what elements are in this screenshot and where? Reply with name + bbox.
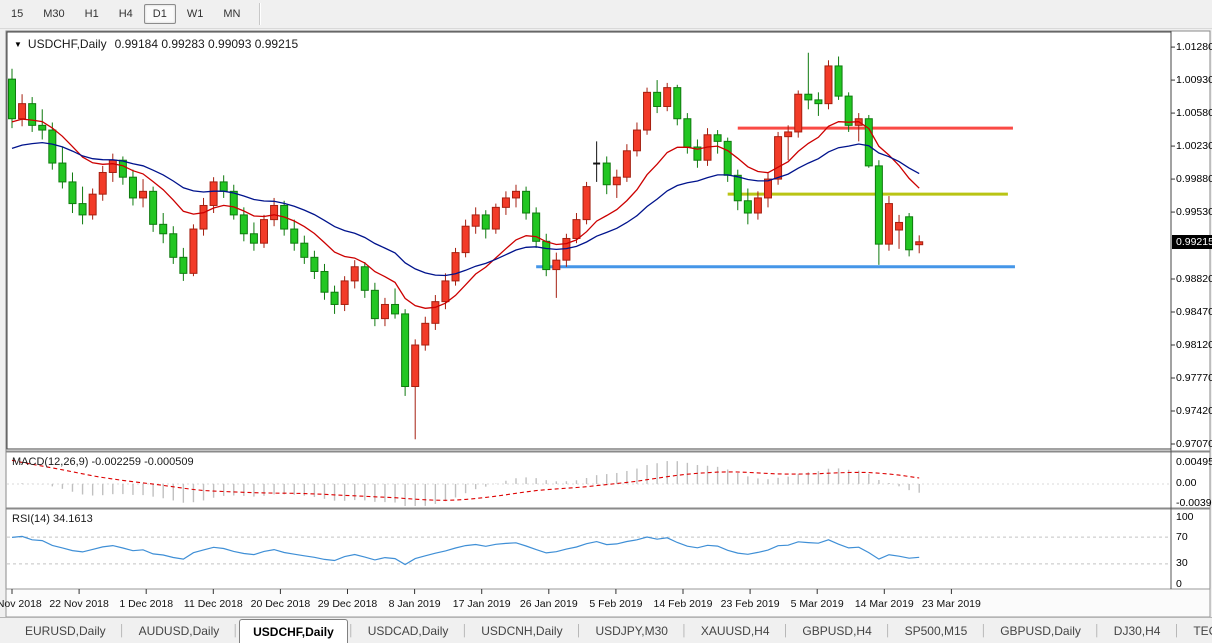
price-axis-label: 0.97770 xyxy=(1176,373,1212,384)
tab-separator: │ xyxy=(783,618,790,643)
chart-tab-usdchf[interactable]: USDCHF,Daily xyxy=(239,619,348,643)
rsi-axis-label: 30 xyxy=(1176,558,1188,569)
chart-tab-xauusd[interactable]: XAUUSD,H4 xyxy=(688,618,783,643)
mt4-window: { "toolbar": { "timeframes": ["15", "M30… xyxy=(0,0,1212,643)
chart-tab-eurusd[interactable]: EURUSD,Daily xyxy=(12,618,119,643)
tab-separator: │ xyxy=(1173,618,1180,643)
tab-separator: │ xyxy=(461,618,468,643)
macd-axis-label: 0.004952 xyxy=(1176,457,1212,468)
chart-tab-sp500[interactable]: SP500,M15 xyxy=(892,618,981,643)
macd-axis-label: -0.003905 xyxy=(1176,498,1212,509)
price-axis-label: 0.98820 xyxy=(1176,274,1212,285)
tab-separator: │ xyxy=(119,618,126,643)
rsi-name: RSI(14) xyxy=(12,513,50,525)
price-axis-label: 0.99880 xyxy=(1176,174,1212,185)
macd-values: -0.002259 -0.000509 xyxy=(91,456,193,468)
tab-separator: │ xyxy=(576,618,583,643)
chart-dropdown-icon[interactable]: ▼ xyxy=(14,40,22,49)
chart-tab-bar: EURUSD,Daily│AUDUSD,Daily│USDCHF,Daily│U… xyxy=(0,617,1212,643)
price-axis-label: 0.98120 xyxy=(1176,340,1212,351)
chart-tab-dj30[interactable]: DJ30,H4 xyxy=(1101,618,1174,643)
chart-tab-gbpusd[interactable]: GBPUSD,H4 xyxy=(789,618,884,643)
price-axis-label: 0.97420 xyxy=(1176,406,1212,417)
price-axis-label: 0.99530 xyxy=(1176,207,1212,218)
chart-tab-usdcad[interactable]: USDCAD,Daily xyxy=(355,618,462,643)
rsi-value: 34.1613 xyxy=(53,513,93,525)
price-axis-label: 1.01280 xyxy=(1176,42,1212,53)
price-axis-label: 0.97070 xyxy=(1176,439,1212,450)
price-axis-label: 1.00230 xyxy=(1176,141,1212,152)
tab-separator: │ xyxy=(980,618,987,643)
tab-separator: │ xyxy=(1094,618,1101,643)
chart-tab-usdcnh[interactable]: USDCNH,Daily xyxy=(468,618,575,643)
chart-tab-gbpusd[interactable]: GBPUSD,Daily xyxy=(987,618,1094,643)
tab-separator: │ xyxy=(232,618,239,643)
price-axis-label: 0.98470 xyxy=(1176,307,1212,318)
date-label: 23 Mar 2019 xyxy=(906,598,996,610)
rsi-axis-label: 0 xyxy=(1176,579,1182,590)
chart-tab-usdjpy[interactable]: USDJPY,M30 xyxy=(582,618,680,643)
chart-title: ▼ USDCHF,Daily 0.99184 0.99283 0.99093 0.9… xyxy=(14,37,298,51)
macd-name: MACD(12,26,9) xyxy=(12,456,88,468)
price-axis-label: 1.00580 xyxy=(1176,108,1212,119)
chart-tab-tech100[interactable]: TECH100,H1 xyxy=(1180,618,1212,643)
chart-graphics xyxy=(0,0,1212,643)
price-axis-label: 1.00930 xyxy=(1176,75,1212,86)
rsi-indicator-label: RSI(14) 34.1613 xyxy=(12,513,93,525)
current-price-tag: 0.99215 xyxy=(1172,235,1212,249)
macd-axis-label: 0.00 xyxy=(1176,478,1196,489)
tab-separator: │ xyxy=(681,618,688,643)
chart-symbol-label: USDCHF,Daily xyxy=(28,37,107,51)
tab-separator: │ xyxy=(348,618,355,643)
chart-ohlc-values: 0.99184 0.99283 0.99093 0.99215 xyxy=(115,37,299,51)
macd-indicator-label: MACD(12,26,9) -0.002259 -0.000509 xyxy=(12,456,194,468)
tab-separator: │ xyxy=(885,618,892,643)
chart-tab-audusd[interactable]: AUDUSD,Daily xyxy=(126,618,233,643)
rsi-axis-label: 100 xyxy=(1176,512,1194,523)
rsi-axis-label: 70 xyxy=(1176,532,1188,543)
